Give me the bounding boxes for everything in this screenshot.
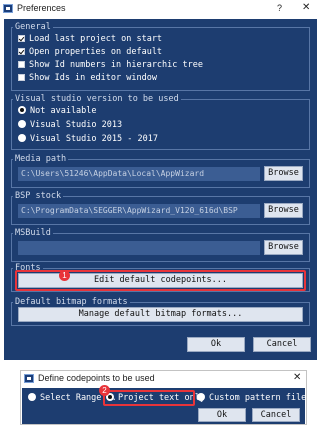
manage-bitmap-formats-button[interactable]: Manage default bitmap formats...	[18, 307, 303, 322]
help-icon[interactable]: ?	[277, 3, 282, 13]
marker-2: 2	[99, 385, 110, 396]
option-show-ids-editor[interactable]: Show Ids in editor window	[18, 73, 157, 84]
app-icon	[3, 4, 13, 13]
marker-1: 1	[59, 270, 70, 281]
dialog-cancel-button[interactable]: Cancel	[252, 408, 300, 422]
radio-icon[interactable]	[18, 120, 26, 128]
checkbox-icon[interactable]	[18, 35, 25, 42]
preferences-panel: General Load last project on start Open …	[4, 19, 317, 360]
radio-icon[interactable]	[18, 106, 26, 114]
dialog-app-icon	[24, 374, 34, 383]
msbuild-field[interactable]	[18, 241, 260, 255]
dialog-close-icon[interactable]: ✕	[293, 372, 301, 383]
dialog-title: Define codepoints to be used	[38, 373, 155, 383]
option-open-properties[interactable]: Open properties on default	[18, 47, 162, 58]
cancel-button[interactable]: Cancel	[253, 337, 311, 352]
bitmap-title: Default bitmap formats	[13, 297, 130, 307]
vs-group-title: Visual studio version to be used	[13, 94, 181, 104]
ok-button[interactable]: Ok	[187, 337, 245, 352]
option-load-last-project[interactable]: Load last project on start	[18, 34, 162, 45]
vs-option-not-available[interactable]: Not available	[18, 106, 97, 117]
dialog-ok-button[interactable]: Ok	[198, 408, 246, 422]
codepoints-dialog: Define codepoints to be used ✕ Select Ra…	[20, 370, 321, 425]
bsp-field[interactable]: C:\ProgramData\SEGGER\AppWizard_V120_616…	[18, 204, 260, 218]
dialog-title-bar: Define codepoints to be used ✕	[21, 371, 306, 387]
msbuild-browse-button[interactable]: Browse	[264, 240, 303, 255]
vs-option-2015-2017[interactable]: Visual Studio 2015 - 2017	[18, 134, 158, 145]
highlight-box-2	[103, 390, 195, 406]
radio-icon[interactable]	[28, 393, 36, 401]
media-path-field[interactable]: C:\Users\51246\AppData\Local\AppWizard	[18, 167, 260, 181]
option-show-id-tree[interactable]: Show Id numbers in hierarchic tree	[18, 60, 203, 71]
codepoints-panel: Select Range... Project text only Custom…	[22, 385, 321, 424]
general-group-title: General	[13, 22, 53, 32]
checkbox-icon[interactable]	[18, 61, 25, 68]
title-bar: Preferences ? ✕	[0, 0, 321, 17]
radio-icon[interactable]	[197, 393, 205, 401]
checkbox-icon[interactable]	[18, 48, 25, 55]
msbuild-title: MSBuild	[13, 228, 53, 238]
preferences-window: Preferences ? ✕ General Load last projec…	[0, 0, 321, 363]
media-browse-button[interactable]: Browse	[264, 166, 303, 181]
bsp-browse-button[interactable]: Browse	[264, 203, 303, 218]
media-path-title: Media path	[13, 154, 69, 164]
checkbox-icon[interactable]	[18, 74, 25, 81]
option-custom-pattern[interactable]: Custom pattern file...	[197, 393, 321, 404]
bsp-title: BSP stock	[13, 191, 64, 201]
radio-icon[interactable]	[18, 134, 26, 142]
close-icon[interactable]: ✕	[302, 2, 310, 13]
vs-option-2013[interactable]: Visual Studio 2013	[18, 120, 122, 131]
window-title: Preferences	[17, 3, 66, 13]
